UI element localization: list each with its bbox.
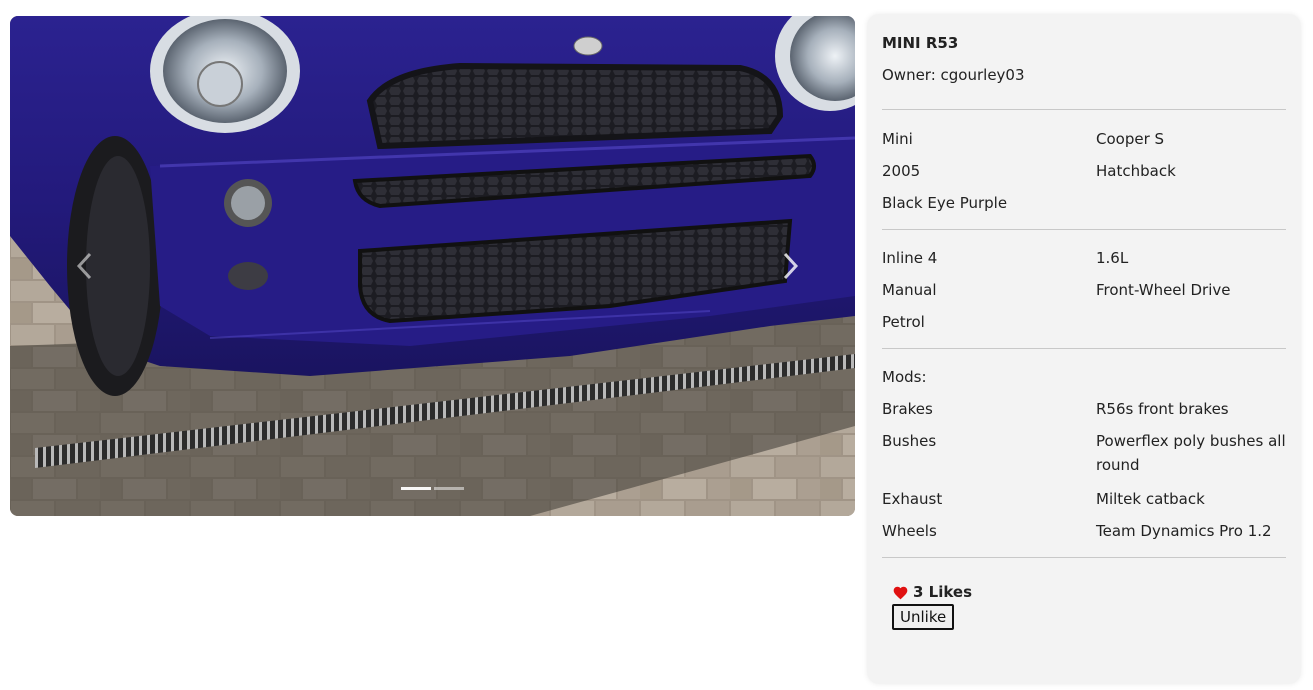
- unlike-button[interactable]: Unlike: [892, 604, 955, 630]
- spec-engine: Inline 4: [882, 249, 938, 267]
- spec-make: Mini: [882, 130, 913, 148]
- mod-value: Team Dynamics Pro 1.2: [1096, 522, 1272, 540]
- mod-name: Bushes: [882, 432, 937, 450]
- drivetrain-specs: Inline 4 1.6L Manual Front-Wheel Drive P…: [882, 248, 1286, 332]
- likes-row: 3 Likes: [892, 582, 1286, 602]
- carousel-indicator-2[interactable]: [434, 487, 464, 490]
- spec-color: Black Eye Purple: [882, 194, 1008, 212]
- mod-name: Wheels: [882, 522, 937, 540]
- spec-body: Hatchback: [1096, 162, 1176, 180]
- basic-specs: Mini Cooper S 2005 Hatchback Black Eye P…: [882, 129, 1286, 213]
- carousel-prev-button[interactable]: [60, 241, 110, 291]
- spec-fuel: Petrol: [882, 313, 925, 331]
- mod-value: Powerflex poly bushes all round: [1096, 432, 1286, 474]
- spec-transmission: Manual: [882, 281, 937, 299]
- mods-heading: Mods:: [882, 368, 927, 386]
- divider: [882, 348, 1286, 349]
- spec-trim: Cooper S: [1096, 130, 1165, 148]
- spec-year: 2005: [882, 162, 921, 180]
- chevron-left-icon: [76, 252, 92, 280]
- car-photo: [10, 16, 855, 516]
- carousel-indicators: [10, 487, 855, 490]
- car-info-card: MINI R53 Owner: cgourley03 Mini Cooper S…: [867, 14, 1301, 684]
- divider: [882, 109, 1286, 110]
- carousel-next-button[interactable]: [765, 241, 815, 291]
- heart-icon: [893, 586, 908, 599]
- owner-label: Owner: cgourley03: [882, 66, 1025, 84]
- carousel-indicator-1[interactable]: [401, 487, 431, 490]
- spec-drivetrain: Front-Wheel Drive: [1096, 281, 1231, 299]
- car-title: MINI R53: [882, 34, 959, 52]
- mod-value: Miltek catback: [1096, 490, 1205, 508]
- mod-name: Exhaust: [882, 490, 943, 508]
- divider: [882, 229, 1286, 230]
- divider: [882, 557, 1286, 558]
- photo-carousel[interactable]: [10, 16, 855, 516]
- likes-count: 3 Likes: [913, 583, 973, 601]
- page: MINI R53 Owner: cgourley03 Mini Cooper S…: [0, 0, 1313, 690]
- mod-name: Brakes: [882, 400, 933, 418]
- mods-list: Mods: Brakes R56s front brakes Bushes Po…: [882, 367, 1286, 541]
- spec-displacement: 1.6L: [1096, 249, 1129, 267]
- mod-value: R56s front brakes: [1096, 400, 1229, 418]
- chevron-right-icon: [783, 252, 799, 280]
